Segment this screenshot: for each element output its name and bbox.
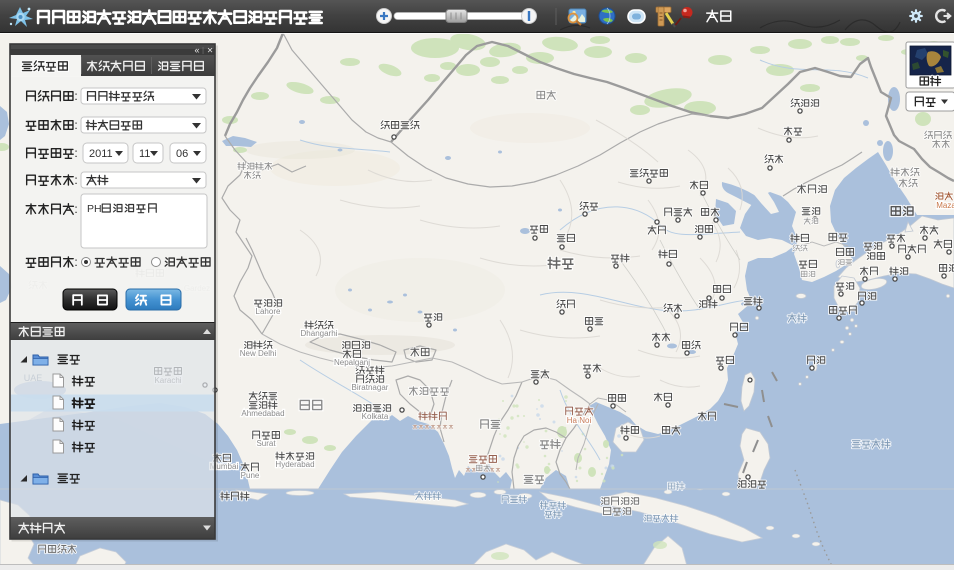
svg-text:Biratnagar: Biratnagar bbox=[352, 383, 389, 392]
svg-text::: : bbox=[74, 202, 77, 216]
svg-text:Surat: Surat bbox=[256, 439, 276, 448]
svg-text:06: 06 bbox=[176, 148, 188, 160]
svg-text:Maza: Maza bbox=[936, 201, 954, 210]
svg-text::: : bbox=[74, 89, 77, 103]
svg-text:Nepalganj: Nepalganj bbox=[334, 358, 370, 367]
svg-text::: : bbox=[74, 118, 77, 132]
svg-text:Hyderabad: Hyderabad bbox=[275, 460, 314, 469]
svg-text::: : bbox=[74, 146, 77, 160]
svg-text:Lahore: Lahore bbox=[256, 307, 281, 316]
svg-text:|: | bbox=[202, 48, 204, 55]
svg-text:×: × bbox=[207, 46, 213, 57]
svg-text:Pune: Pune bbox=[241, 471, 260, 480]
svg-text:Dhangarhi: Dhangarhi bbox=[301, 329, 338, 338]
svg-text:«: « bbox=[194, 45, 199, 55]
svg-text:PH: PH bbox=[87, 203, 102, 215]
svg-text:11: 11 bbox=[139, 148, 150, 160]
svg-text::: : bbox=[74, 173, 77, 187]
svg-text:2011: 2011 bbox=[89, 148, 113, 160]
svg-text:Ahmedabad: Ahmedabad bbox=[241, 409, 284, 418]
svg-text:New Delhi: New Delhi bbox=[240, 349, 277, 358]
svg-text:Ha Noi: Ha Noi bbox=[567, 416, 592, 425]
svg-text:Kolkata: Kolkata bbox=[362, 412, 389, 421]
svg-text::: : bbox=[74, 255, 77, 269]
